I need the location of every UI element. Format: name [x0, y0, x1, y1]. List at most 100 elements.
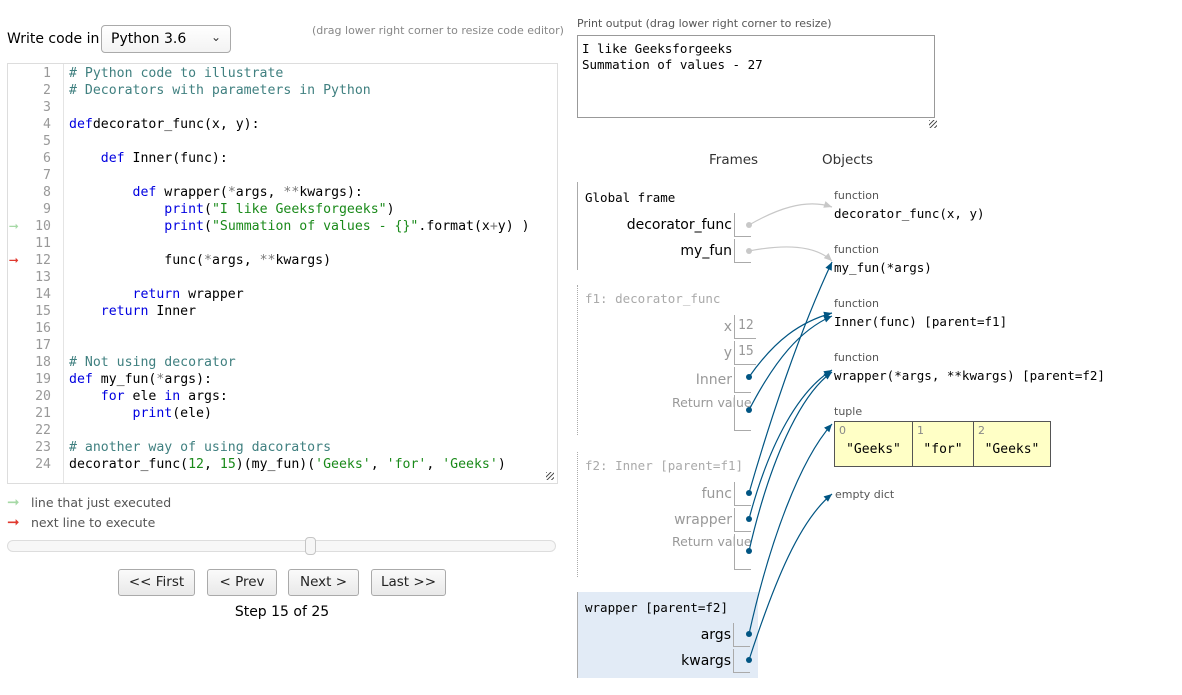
code-text: print("Summation of values - {}".format(… — [164, 219, 530, 234]
code-line: 1 # Python code to illustrate — [8, 65, 557, 82]
line-number[interactable]: 4 — [8, 116, 51, 133]
pointer-my-fun — [748, 246, 833, 262]
code-text: return Inner — [100, 304, 197, 319]
object-tuple: 0 "Geeks" 1 "for" 2 "Geeks" — [834, 421, 1051, 467]
variable-value-box — [734, 534, 751, 570]
tuple-cell: 0 "Geeks" — [835, 422, 913, 466]
code-line: 24 decorator_func(12, 15)(my_fun)('Geeks'… — [8, 456, 557, 473]
code-text: # Python code to illustrate — [69, 66, 284, 81]
code-text: def wrapper(*args, **kwargs): — [132, 185, 363, 200]
line-number[interactable]: 24 — [8, 456, 51, 473]
code-line: 23 # another way of using dacorators — [8, 439, 557, 456]
line-number[interactable]: 8 — [8, 184, 51, 201]
line-number[interactable]: 3 — [8, 99, 51, 116]
variable-name: args — [700, 627, 731, 643]
print-output-box: I like Geeksforgeeks Summation of values… — [577, 35, 935, 118]
variable-value-box — [733, 623, 750, 647]
line-number[interactable]: 11 — [8, 235, 51, 252]
variable-name: Return value — [672, 395, 752, 410]
legend-just-executed-label: line that just executed — [30, 495, 172, 510]
object-function-decorator-func: decorator_func(x, y) — [834, 206, 985, 221]
variable-value-box — [734, 213, 751, 237]
line-number[interactable]: 9 — [8, 201, 51, 218]
object-type-label: function — [834, 297, 879, 310]
editor-resize-handle[interactable] — [546, 472, 554, 480]
line-number[interactable]: 13 — [8, 269, 51, 286]
step-slider-handle[interactable] — [305, 537, 317, 555]
step-slider[interactable] — [7, 540, 556, 552]
variable-value-box — [734, 395, 751, 431]
code-line: 2 # Decorators with parameters in Python — [8, 82, 557, 99]
line-number[interactable]: 1 — [8, 65, 51, 82]
arrowhead-icon — [823, 372, 832, 380]
line-number[interactable]: 22 — [8, 422, 51, 439]
variable-value-box: 15 — [734, 341, 756, 365]
last-button[interactable]: Last >> — [371, 569, 446, 596]
code-text: func(*args, **kwargs) — [69, 253, 332, 268]
variable-value: 15 — [738, 344, 754, 359]
prev-button[interactable]: < Prev — [207, 569, 277, 596]
object-function-my-fun: my_fun(*args) — [834, 260, 932, 275]
code-text: return wrapper — [132, 287, 244, 302]
variable-name: Inner — [695, 372, 732, 388]
code-text: print(ele) — [132, 406, 212, 421]
code-line: 4 defdecorator_func(x, y): — [8, 116, 557, 133]
step-counter: Step 15 of 25 — [234, 604, 330, 620]
line-number[interactable]: 15 — [8, 303, 51, 320]
frame-title: Global frame — [585, 190, 676, 205]
line-number[interactable]: 7 — [8, 167, 51, 184]
arrowhead-icon — [823, 494, 832, 502]
variable-value-box: 12 — [734, 315, 756, 339]
line-number[interactable]: 16 — [8, 320, 51, 337]
pointer-decorator-func — [748, 203, 833, 226]
variable-name: decorator_func — [626, 217, 732, 233]
line-number[interactable]: 6 — [8, 150, 51, 167]
code-line: 20 for ele in args: — [8, 388, 557, 405]
code-line: 19 def my_fun(*args): — [8, 371, 557, 388]
next-button[interactable]: Next > — [288, 569, 359, 596]
variable-name: x — [723, 319, 732, 335]
frame-variable: Return value — [577, 534, 759, 570]
tuple-index: 2 — [978, 424, 985, 437]
code-line: 13 — [8, 269, 557, 286]
object-type-label: function — [834, 189, 879, 202]
arrowhead-icon — [824, 424, 832, 433]
executed-line-arrow-icon: ➞ — [9, 217, 19, 236]
code-text: # Decorators with parameters in Python — [69, 83, 371, 98]
line-number[interactable]: 14 — [8, 286, 51, 303]
line-number[interactable]: 18 — [8, 354, 51, 371]
legend-next-line-label: next line to execute — [30, 515, 156, 530]
code-editor[interactable]: 1 # Python code to illustrate 2 # Decorator… — [7, 63, 558, 484]
object-type-label: tuple — [834, 405, 863, 418]
output-resize-handle[interactable] — [929, 120, 937, 128]
frame-variable: Inner — [577, 367, 759, 393]
frame-f1: f1: decorator_func x 12 y 15 Inner Retur… — [577, 285, 759, 435]
variable-value-box — [734, 508, 751, 532]
language-select[interactable]: Python 3.6 ⌄ — [101, 25, 231, 53]
line-number[interactable]: 2 — [8, 82, 51, 99]
first-button[interactable]: << First — [118, 569, 195, 596]
variable-value-box — [733, 649, 750, 673]
line-number[interactable]: 20 — [8, 388, 51, 405]
code-line: 6 def Inner(func): — [8, 150, 557, 167]
arrow-right-icon: ➞ — [7, 493, 20, 511]
arrowhead-icon — [823, 252, 832, 261]
language-label: Write code in — [7, 31, 100, 47]
line-number[interactable]: 21 — [8, 405, 51, 422]
tuple-cell: 1 "for" — [913, 422, 974, 466]
line-number[interactable]: 5 — [8, 133, 51, 150]
line-number[interactable]: 23 — [8, 439, 51, 456]
chevron-down-icon: ⌄ — [210, 30, 221, 44]
code-text: decorator_func(12, 15)(my_fun)('Geeks', … — [69, 457, 506, 472]
code-line: 15 return Inner — [8, 303, 557, 320]
code-text: print("I like Geeksforgeeks") — [164, 202, 395, 217]
global-frame: Global frame decorator_func my_fun — [577, 182, 759, 270]
arrowhead-icon — [825, 262, 832, 271]
code-line: 22 — [8, 422, 557, 439]
line-number[interactable]: 17 — [8, 337, 51, 354]
object-empty-dict: empty dict — [835, 488, 895, 501]
code-line: 16 — [8, 320, 557, 337]
next-line-arrow-icon: ➞ — [9, 251, 19, 270]
code-line: 11 — [8, 235, 557, 252]
line-number[interactable]: 19 — [8, 371, 51, 388]
